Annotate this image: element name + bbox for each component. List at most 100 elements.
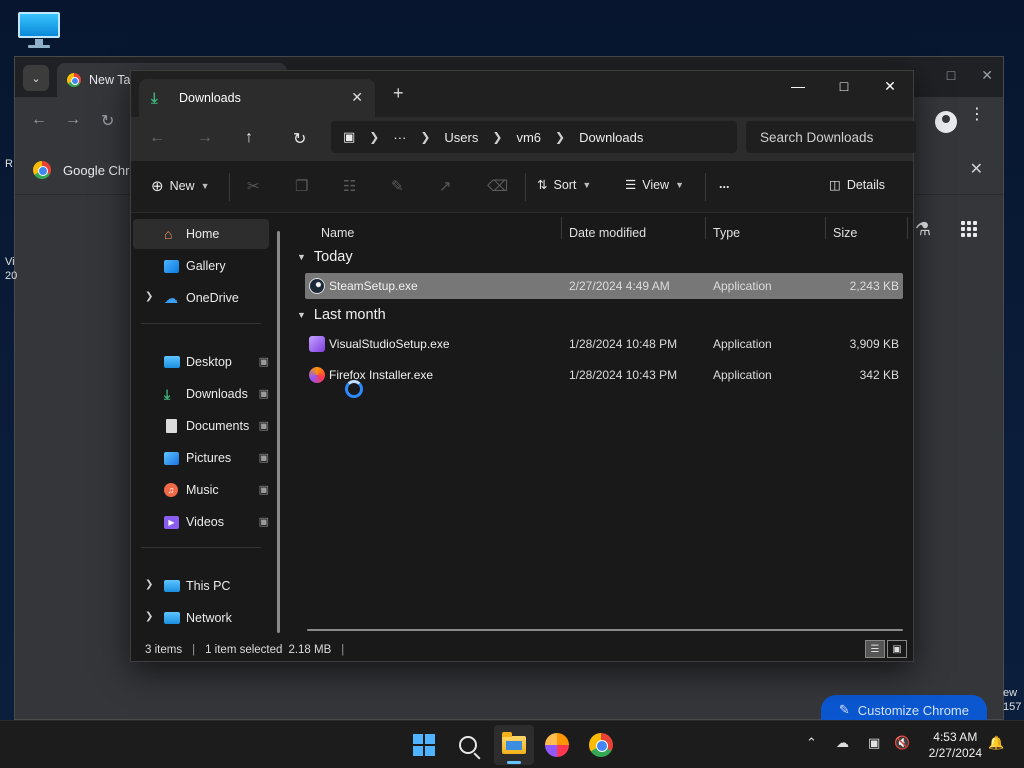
paste-icon[interactable]: ☷ bbox=[343, 177, 356, 195]
folder-icon bbox=[502, 732, 526, 754]
pin-icon[interactable]: ▣ bbox=[259, 451, 269, 464]
file-row[interactable]: VisualStudioSetup.exe 1/28/2024 10:48 PM… bbox=[305, 331, 903, 357]
pin-icon[interactable]: ▣ bbox=[259, 387, 269, 400]
back-arrow-icon[interactable]: ← bbox=[149, 129, 165, 147]
nav-item-pictures[interactable]: Pictures ▣ bbox=[133, 443, 269, 473]
promo-close-icon[interactable]: ✕ bbox=[970, 159, 983, 179]
tiles-view-icon[interactable]: ▣ bbox=[887, 640, 907, 658]
nav-item-onedrive[interactable]: ❯ ☁ OneDrive bbox=[133, 283, 269, 313]
taskbar-file-explorer[interactable] bbox=[500, 731, 528, 759]
share-icon[interactable]: ↗ bbox=[439, 177, 452, 195]
group-header-last-month[interactable]: ▼ Last month bbox=[297, 307, 386, 323]
clock-time: 4:53 AM bbox=[933, 730, 978, 744]
details-view-icon[interactable]: ☰ bbox=[865, 640, 885, 658]
more-options-button[interactable]: ... bbox=[719, 177, 729, 191]
search-button[interactable] bbox=[454, 731, 482, 759]
labs-flask-icon[interactable]: ⚗ bbox=[915, 219, 931, 240]
nav-item-gallery[interactable]: Gallery bbox=[133, 251, 269, 281]
chevron-right-icon[interactable]: ❯ bbox=[145, 579, 153, 590]
chevron-right-icon[interactable]: ❯ bbox=[145, 291, 153, 302]
column-name[interactable]: Name bbox=[321, 219, 354, 247]
profile-avatar-icon[interactable] bbox=[935, 111, 957, 133]
chrome-back-button[interactable]: ← bbox=[31, 111, 47, 129]
column-size[interactable]: Size bbox=[833, 219, 857, 247]
videos-icon: ▶ bbox=[164, 516, 179, 529]
group-header-today[interactable]: ▼ Today bbox=[297, 249, 353, 265]
nav-item-downloads[interactable]: ⤓ Downloads ▣ bbox=[133, 379, 269, 409]
up-arrow-icon[interactable]: ↑ bbox=[245, 129, 253, 147]
nav-item-music[interactable]: ♫ Music ▣ bbox=[133, 475, 269, 505]
google-apps-icon[interactable] bbox=[961, 221, 977, 237]
new-tab-plus-icon[interactable]: + bbox=[393, 83, 404, 104]
maximize-button[interactable]: □ bbox=[821, 71, 867, 101]
chrome-icon bbox=[589, 733, 613, 757]
minimize-button[interactable]: — bbox=[775, 71, 821, 101]
details-pane-icon: ◫ bbox=[829, 178, 841, 192]
column-type[interactable]: Type bbox=[713, 219, 740, 247]
this-pc-desktop-icon[interactable] bbox=[17, 11, 61, 49]
nav-item-home[interactable]: ⌂ Home bbox=[133, 219, 269, 249]
sort-button[interactable]: ⇅ Sort ▼ bbox=[537, 177, 592, 193]
tab-close-icon[interactable]: ✕ bbox=[351, 89, 363, 106]
chevron-right-icon: ❯ bbox=[420, 130, 431, 144]
pin-icon[interactable]: ▣ bbox=[259, 515, 269, 528]
address-bar-row: ← → ↑ ↻ ▣ ❯ ··· ❯ Users ❯ vm6 ❯ Download… bbox=[131, 117, 916, 161]
horizontal-scrollbar[interactable] bbox=[307, 629, 903, 631]
tab-search-button[interactable]: ⌄ bbox=[23, 65, 49, 91]
breadcrumb-users[interactable]: Users bbox=[444, 130, 478, 145]
notification-bell-icon[interactable]: 🔔 bbox=[988, 735, 1004, 751]
steam-icon bbox=[309, 278, 325, 294]
network-icon[interactable]: ▣ bbox=[868, 735, 880, 751]
delete-icon[interactable]: ⌫ bbox=[487, 177, 508, 195]
chevron-down-icon: ▼ bbox=[297, 252, 306, 262]
chevron-right-icon: ❯ bbox=[555, 130, 566, 144]
breadcrumb-downloads[interactable]: Downloads bbox=[579, 130, 643, 145]
chrome-close-button[interactable]: ✕ bbox=[981, 67, 993, 84]
document-icon bbox=[166, 419, 177, 433]
details-button[interactable]: ◫ Details bbox=[829, 177, 885, 193]
breadcrumb-overflow[interactable]: ··· bbox=[393, 130, 406, 145]
edge-text: Vi bbox=[5, 256, 15, 268]
pin-icon[interactable]: ▣ bbox=[259, 419, 269, 432]
file-row[interactable]: Firefox Installer.exe 1/28/2024 10:43 PM… bbox=[305, 362, 903, 388]
file-row[interactable]: SteamSetup.exe 2/27/2024 4:49 AM Applica… bbox=[305, 273, 903, 299]
nav-scrollbar[interactable] bbox=[277, 231, 280, 633]
nav-item-documents[interactable]: Documents ▣ bbox=[133, 411, 269, 441]
visual-studio-icon bbox=[309, 336, 325, 352]
pin-icon[interactable]: ▣ bbox=[259, 483, 269, 496]
chevron-right-icon[interactable]: ❯ bbox=[145, 611, 153, 622]
breadcrumb[interactable]: ▣ ❯ ··· ❯ Users ❯ vm6 ❯ Downloads bbox=[331, 121, 737, 153]
sort-arrows-icon: ⇅ bbox=[537, 178, 548, 192]
view-button[interactable]: ☰ View ▼ bbox=[625, 177, 684, 193]
refresh-icon[interactable]: ↻ bbox=[293, 129, 306, 149]
nav-item-videos[interactable]: ▶ Videos ▣ bbox=[133, 507, 269, 537]
cloud-offline-icon[interactable]: ☁ bbox=[836, 735, 849, 751]
new-button[interactable]: ⊕ New ▼ bbox=[151, 177, 210, 195]
chrome-reload-button[interactable]: ↻ bbox=[101, 111, 114, 131]
nav-item-desktop[interactable]: Desktop ▣ bbox=[133, 347, 269, 377]
nav-item-this-pc[interactable]: ❯ This PC bbox=[133, 571, 269, 601]
forward-arrow-icon[interactable]: → bbox=[197, 129, 213, 147]
search-input[interactable]: Search Downloads bbox=[746, 121, 916, 153]
explorer-tab-downloads[interactable]: ⤓ Downloads ✕ bbox=[139, 79, 375, 117]
taskbar-chrome[interactable] bbox=[587, 731, 615, 759]
close-button[interactable]: ✕ bbox=[867, 71, 913, 101]
chevron-up-icon[interactable]: ⌃ bbox=[806, 735, 817, 751]
rename-icon[interactable]: ✎ bbox=[391, 177, 404, 195]
cut-icon[interactable]: ✂ bbox=[247, 177, 260, 195]
start-button[interactable] bbox=[410, 731, 438, 759]
firefox-icon bbox=[309, 367, 325, 383]
chevron-down-icon: ▼ bbox=[582, 179, 592, 190]
chrome-maximize-button[interactable]: □ bbox=[947, 67, 955, 84]
taskbar-clock[interactable]: 4:53 AM 2/27/2024 bbox=[929, 729, 982, 761]
breadcrumb-vm6[interactable]: vm6 bbox=[516, 130, 541, 145]
nav-item-network[interactable]: ❯ Network bbox=[133, 603, 269, 633]
status-bar: 3 items | 1 item selected 2.18 MB | ☰ ▣ bbox=[131, 639, 913, 661]
chrome-forward-button[interactable]: → bbox=[65, 111, 81, 129]
pin-icon[interactable]: ▣ bbox=[259, 355, 269, 368]
copy-icon[interactable]: ❐ bbox=[295, 177, 308, 195]
taskbar-firefox[interactable] bbox=[543, 731, 571, 759]
chrome-menu-icon[interactable]: ⋮ bbox=[969, 107, 985, 123]
column-date-modified[interactable]: Date modified bbox=[569, 219, 646, 247]
volume-muted-icon[interactable]: 🔇 bbox=[894, 735, 910, 751]
